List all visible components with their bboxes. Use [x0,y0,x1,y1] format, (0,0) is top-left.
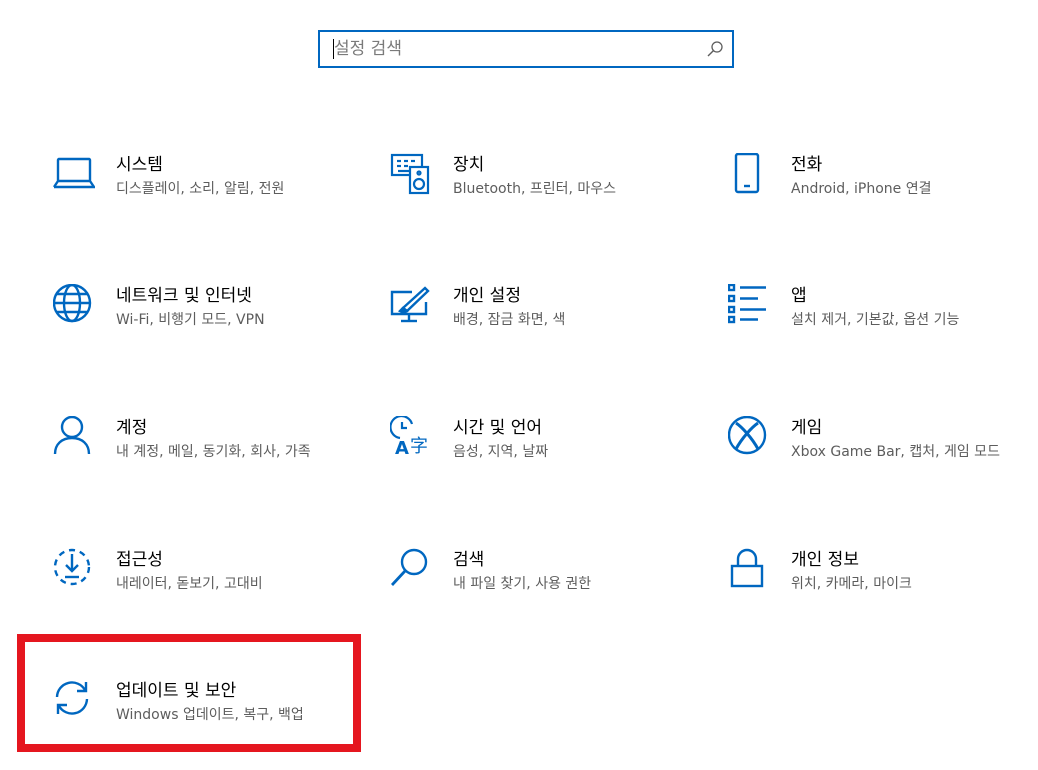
tile-title: 네트워크 및 인터넷 [116,286,252,306]
text-caret [333,39,334,59]
tile-description: 배경, 잠금 화면, 색 [453,312,566,328]
ease-of-access-icon [53,548,95,590]
tile-title: 계정 [116,418,148,438]
tile-gaming[interactable]: 게임 Xbox Game Bar, 캡처, 게임 모드 [728,416,1028,506]
tile-system[interactable]: 시스템 디스플레이, 소리, 알림, 전원 [53,153,353,243]
svg-text:A: A [395,438,409,458]
tile-description: 음성, 지역, 날짜 [453,444,549,460]
tile-description: Bluetooth, 프린터, 마우스 [453,181,617,197]
tile-description: 위치, 카메라, 마이크 [791,576,912,592]
search-icon[interactable] [706,40,724,58]
tile-search[interactable]: 검색 내 파일 찾기, 사용 권한 [390,548,690,638]
tile-title: 검색 [453,550,485,570]
tile-privacy[interactable]: 개인 정보 위치, 카메라, 마이크 [728,548,1028,638]
tile-devices[interactable]: 장치 Bluetooth, 프린터, 마우스 [390,153,690,243]
tile-title: 시스템 [116,155,163,175]
tile-apps[interactable]: 앱 설치 제거, 기본값, 옵션 기능 [728,284,1028,374]
tile-description: Android, iPhone 연결 [791,181,932,197]
person-icon [53,416,95,458]
search-icon [390,548,432,590]
tile-title: 앱 [791,286,807,306]
time-language-icon: A 字 [390,416,432,458]
svg-text:字: 字 [410,436,428,457]
tile-description: 디스플레이, 소리, 알림, 전원 [116,181,285,197]
tile-description: 내레이터, 돋보기, 고대비 [116,576,263,592]
tile-title: 장치 [453,155,485,175]
tile-title: 개인 정보 [791,550,859,570]
apps-list-icon [728,284,770,326]
tile-description: Wi-Fi, 비행기 모드, VPN [116,312,265,328]
xbox-icon [728,416,770,458]
tile-title: 개인 설정 [453,286,521,306]
tile-description: 내 파일 찾기, 사용 권한 [453,576,592,592]
lock-icon [728,548,770,590]
tile-title: 시간 및 언어 [453,418,543,438]
laptop-icon [53,153,95,195]
tile-description: Xbox Game Bar, 캡처, 게임 모드 [791,444,1000,460]
tile-title: 전화 [791,155,823,175]
globe-icon [53,284,95,326]
tile-title: 접근성 [116,550,163,570]
devices-icon [390,153,432,195]
search-input[interactable] [320,32,700,66]
highlight-box [17,634,361,752]
personalization-icon [390,284,432,326]
phone-icon [728,153,770,195]
tile-description: 내 계정, 메일, 동기화, 회사, 가족 [116,444,311,460]
tile-accounts[interactable]: 계정 내 계정, 메일, 동기화, 회사, 가족 [53,416,353,506]
tile-network[interactable]: 네트워크 및 인터넷 Wi-Fi, 비행기 모드, VPN [53,284,353,374]
tile-phone[interactable]: 전화 Android, iPhone 연결 [728,153,1028,243]
settings-home: 시스템 디스플레이, 소리, 알림, 전원 장치 Bluetooth, 프린터,… [0,0,1038,770]
tile-description: 설치 제거, 기본값, 옵션 기능 [791,312,960,328]
tile-personalization[interactable]: 개인 설정 배경, 잠금 화면, 색 [390,284,690,374]
tile-ease-of-access[interactable]: 접근성 내레이터, 돋보기, 고대비 [53,548,353,638]
search-box[interactable] [318,30,734,68]
tile-title: 게임 [791,418,823,438]
tile-time-language[interactable]: A 字 시간 및 언어 음성, 지역, 날짜 [390,416,690,506]
